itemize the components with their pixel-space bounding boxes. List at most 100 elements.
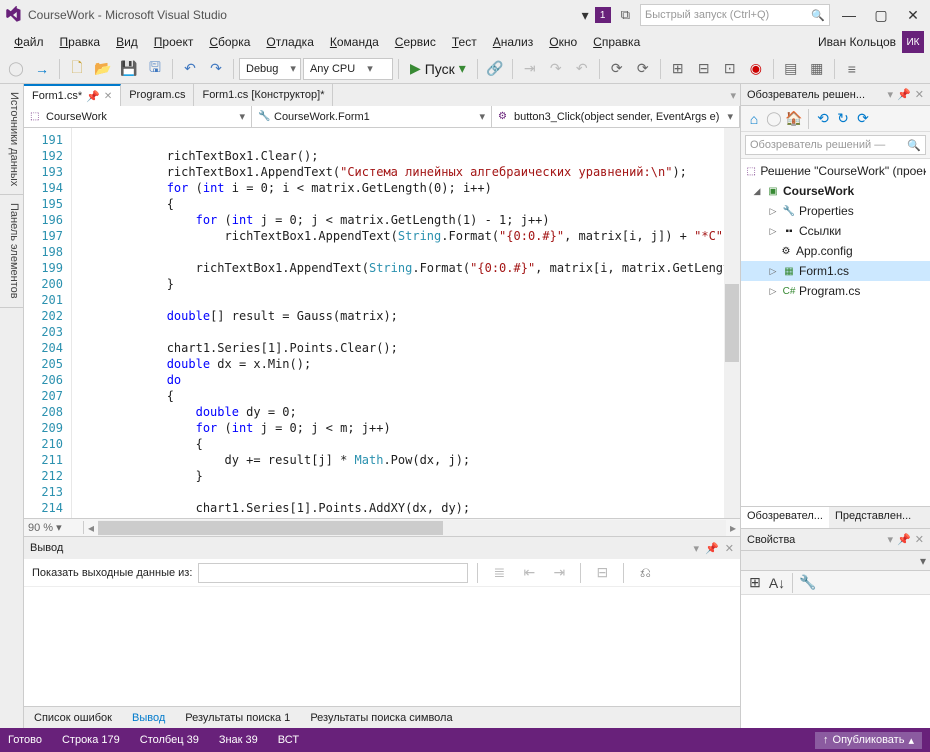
menu-вид[interactable]: Вид xyxy=(108,32,146,52)
se-tab-team[interactable]: Представлен... xyxy=(829,507,917,528)
properties-grid[interactable] xyxy=(741,595,930,728)
se-sync-button[interactable]: ⟲ xyxy=(814,107,832,131)
member-nav-combo[interactable]: ⚙button3_Click(object sender, EventArgs … xyxy=(492,106,740,127)
menu-сборка[interactable]: Сборка xyxy=(201,32,258,52)
code-content[interactable]: richTextBox1.Clear(); richTextBox1.Appen… xyxy=(72,128,724,518)
se-showall-button[interactable]: ⟳ xyxy=(854,107,872,131)
se-tab-explorer[interactable]: Обозревател... xyxy=(741,507,829,528)
menu-сервис[interactable]: Сервис xyxy=(387,32,444,52)
config-combo[interactable]: Debug▾ xyxy=(239,58,301,80)
solution-search-input[interactable]: Обозреватель решений —🔍 xyxy=(745,135,926,155)
tab-dropdown-icon[interactable]: ▾ xyxy=(730,89,736,102)
pin-icon[interactable]: 📌 xyxy=(86,90,100,103)
ext1-button[interactable]: ⟳ xyxy=(605,57,629,81)
menu-окно[interactable]: Окно xyxy=(541,32,585,52)
bottom-tab-0[interactable]: Список ошибок xyxy=(24,709,122,727)
notification-badge[interactable]: 1 xyxy=(595,7,611,23)
browser-link-button[interactable]: 🔗 xyxy=(483,57,507,81)
nav-fwd-button[interactable]: → xyxy=(30,57,54,81)
tree-form1[interactable]: ▷▦Form1.cs xyxy=(741,261,930,281)
out-btn4[interactable]: ⊟ xyxy=(590,561,614,585)
se-close-icon[interactable]: ✕ xyxy=(915,88,924,101)
project-nav-combo[interactable]: ⬚CourseWork▾ xyxy=(24,106,252,127)
bottom-tab-2[interactable]: Результаты поиска 1 xyxy=(175,709,300,727)
properties-object-combo[interactable]: ▾ xyxy=(741,551,930,571)
class-nav-combo[interactable]: 🔧CourseWork.Form1▾ xyxy=(252,106,492,127)
output-body[interactable] xyxy=(24,587,740,706)
solution-tree[interactable]: ⬚Решение "CourseWork" (проект:1) ◢▣Cours… xyxy=(741,159,930,506)
menu-отладка[interactable]: Отладка xyxy=(258,32,321,52)
open-button[interactable]: 📂 xyxy=(91,57,115,81)
maximize-button[interactable]: ▢ xyxy=(868,4,894,26)
menu-анализ[interactable]: Анализ xyxy=(485,32,542,52)
bottom-tab-3[interactable]: Результаты поиска символа xyxy=(300,709,462,727)
expand-icon[interactable]: ▷ xyxy=(767,266,779,277)
step-over-button[interactable]: ↷ xyxy=(544,57,568,81)
user-name[interactable]: Иван Кольцов xyxy=(818,35,900,49)
menu-правка[interactable]: Правка xyxy=(52,32,109,52)
tab-form1-cs[interactable]: Form1.cs*📌✕ xyxy=(24,84,121,106)
expand-icon[interactable]: ▷ xyxy=(767,206,779,217)
t5-button[interactable]: ▤ xyxy=(779,57,803,81)
scroll-left-button[interactable]: ◂ xyxy=(84,521,98,535)
se-pin-icon[interactable]: 📌 xyxy=(897,88,911,101)
t6-button[interactable]: ▦ xyxy=(805,57,829,81)
t1-button[interactable]: ⊞ xyxy=(666,57,690,81)
redo-button[interactable]: ↷ xyxy=(204,57,228,81)
props-dropdown-icon[interactable]: ▾ xyxy=(888,533,894,546)
feedback-icon[interactable]: ⧉ xyxy=(621,7,630,23)
props-cat-button[interactable]: ⊞ xyxy=(745,571,765,595)
tab-program-cs[interactable]: Program.cs xyxy=(121,84,194,106)
close-button[interactable]: ✕ xyxy=(900,4,926,26)
tree-solution[interactable]: ⬚Решение "CourseWork" (проект:1) xyxy=(741,161,930,181)
t3-button[interactable]: ⊡ xyxy=(718,57,742,81)
new-project-button[interactable]: 🗋 xyxy=(65,57,89,81)
menu-справка[interactable]: Справка xyxy=(585,32,648,52)
minimize-button[interactable]: — xyxy=(836,4,862,26)
zoom-combo[interactable]: 90 % ▾ xyxy=(24,521,84,534)
output-close-icon[interactable]: ✕ xyxy=(725,542,734,555)
output-source-combo[interactable] xyxy=(198,563,468,583)
scroll-right-button[interactable]: ▸ xyxy=(726,521,740,535)
step-into-button[interactable]: ⇥ xyxy=(518,57,542,81)
props-az-button[interactable]: A↓ xyxy=(767,571,787,595)
se-dropdown-icon[interactable]: ▾ xyxy=(888,88,894,101)
props-events-button[interactable]: 🔧 xyxy=(798,571,818,595)
vertical-scrollbar[interactable] xyxy=(724,128,740,518)
output-pin-icon[interactable]: 📌 xyxy=(705,542,719,555)
save-all-button[interactable]: 🖫 xyxy=(143,57,167,81)
out-btn1[interactable]: ≣ xyxy=(487,561,511,585)
user-avatar[interactable]: ИК xyxy=(902,31,924,53)
output-dropdown-icon[interactable]: ▾ xyxy=(694,542,700,555)
tree-project[interactable]: ◢▣CourseWork xyxy=(741,181,930,201)
save-button[interactable]: 💾 xyxy=(117,57,141,81)
start-button[interactable]: ▶ Пуск ▾ xyxy=(404,57,472,81)
menu-файл[interactable]: Файл xyxy=(6,32,52,52)
nav-back-button[interactable]: ◯ xyxy=(4,57,28,81)
code-editor[interactable]: 191 192 193 194 195 196 197 198 199 200 … xyxy=(24,128,740,518)
se-home2-button[interactable]: 🏠 xyxy=(785,107,803,131)
menu-тест[interactable]: Тест xyxy=(444,32,485,52)
se-back-button[interactable]: ◯ xyxy=(765,107,783,131)
toolbox-tab[interactable]: Панель элементов xyxy=(0,195,23,308)
flag-icon[interactable]: ▾ xyxy=(582,7,589,24)
tree-appconfig[interactable]: ⚙App.config xyxy=(741,241,930,261)
expand-icon[interactable]: ▷ xyxy=(767,226,779,237)
horizontal-scrollbar[interactable] xyxy=(98,520,726,536)
se-home-button[interactable]: ⌂ xyxy=(745,107,763,131)
platform-combo[interactable]: Any CPU▾ xyxy=(303,58,393,80)
close-icon[interactable]: ✕ xyxy=(104,91,112,102)
ext2-button[interactable]: ⟳ xyxy=(631,57,655,81)
undo-button[interactable]: ↶ xyxy=(178,57,202,81)
bottom-tab-1[interactable]: Вывод xyxy=(122,709,175,727)
tab-form1-designer[interactable]: Form1.cs [Конструктор]* xyxy=(194,84,333,106)
t2-button[interactable]: ⊟ xyxy=(692,57,716,81)
t7-button[interactable]: ≡ xyxy=(840,57,864,81)
out-btn5[interactable]: ⎌ xyxy=(633,561,657,585)
menu-команда[interactable]: Команда xyxy=(322,32,387,52)
props-close-icon[interactable]: ✕ xyxy=(915,533,924,546)
step-out-button[interactable]: ↶ xyxy=(570,57,594,81)
publish-button[interactable]: ↑ Опубликовать ▴ xyxy=(815,732,922,749)
props-pin-icon[interactable]: 📌 xyxy=(897,533,911,546)
collapse-icon[interactable]: ◢ xyxy=(751,186,763,197)
